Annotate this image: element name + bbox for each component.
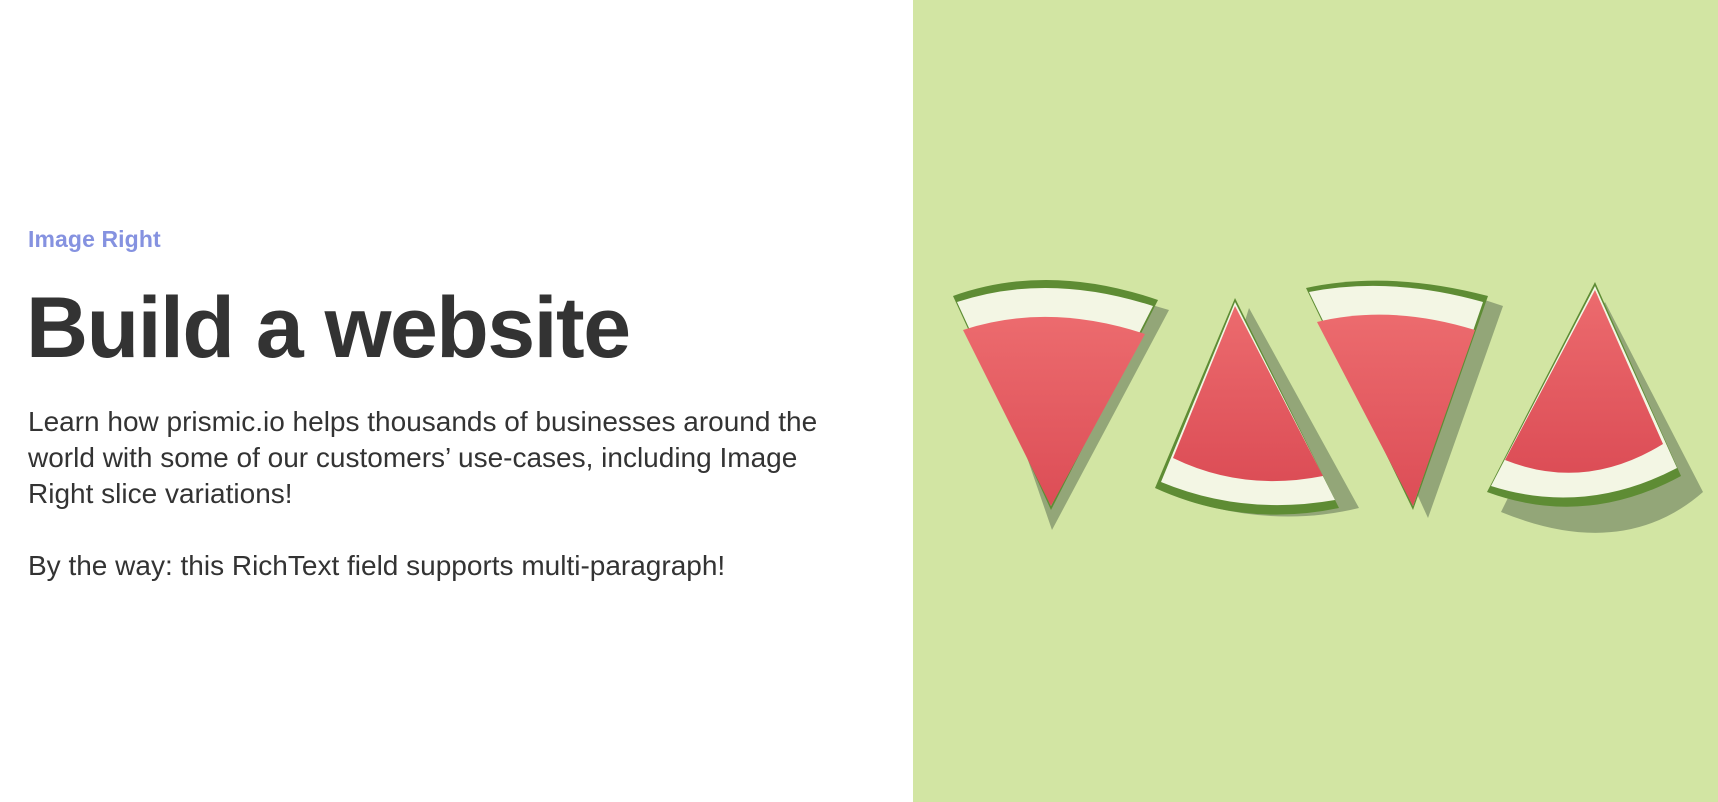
rich-text-body: Learn how prismic.io helps thousands of … bbox=[28, 404, 818, 584]
text-column: Image Right Build a website Learn how pr… bbox=[0, 0, 913, 802]
eyebrow-label: Image Right bbox=[28, 226, 161, 252]
watermelon-slice-4 bbox=[1487, 282, 1703, 533]
body-paragraph-2: By the way: this RichText field supports… bbox=[28, 550, 726, 581]
watermelon-slice-1 bbox=[953, 279, 1169, 530]
image-right-slice: Image Right Build a website Learn how pr… bbox=[0, 0, 1718, 802]
slice-title: Build a website bbox=[26, 280, 631, 376]
watermelon-slices-image bbox=[953, 279, 1703, 533]
body-paragraph-1: Learn how prismic.io helps thousands of … bbox=[28, 406, 818, 509]
image-column bbox=[913, 0, 1718, 802]
